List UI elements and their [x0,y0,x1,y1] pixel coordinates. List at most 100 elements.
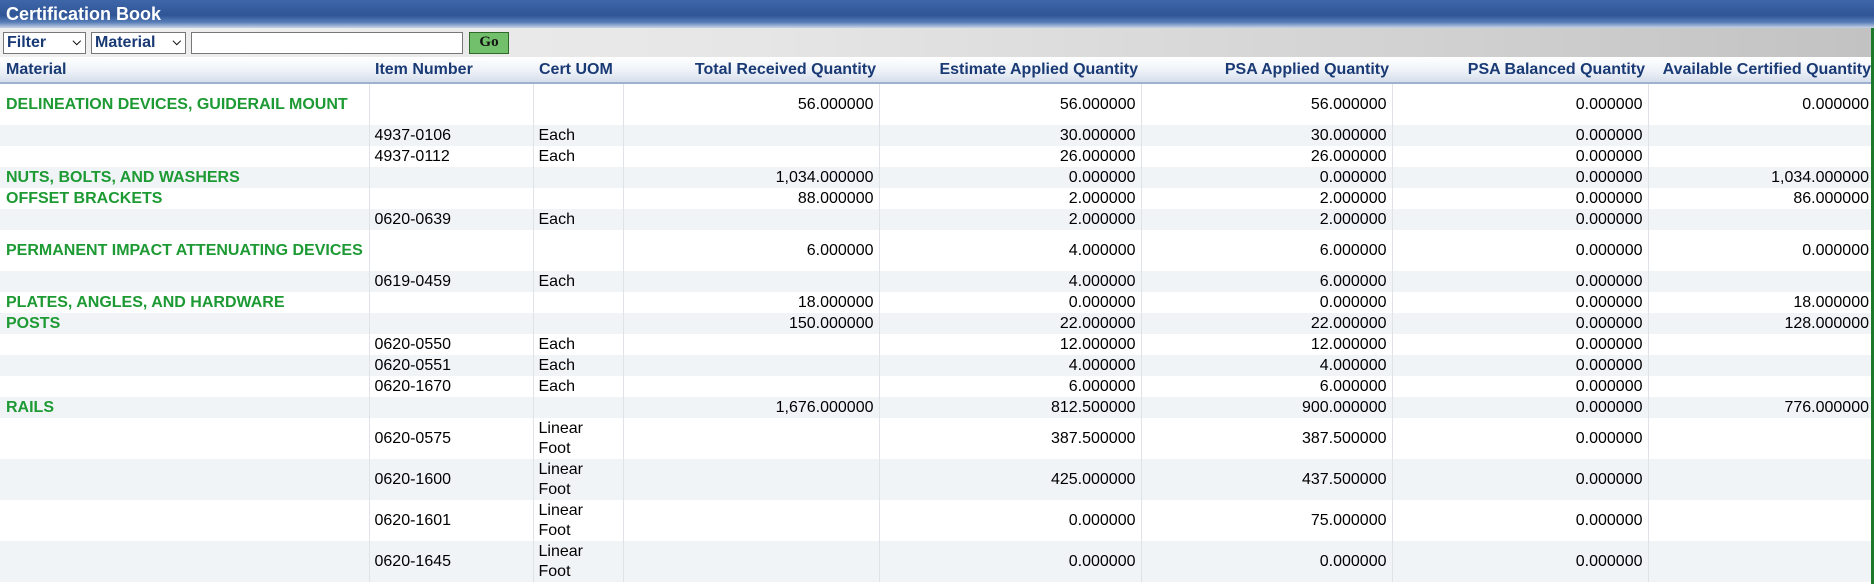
item-row: 0620-1600 Linear Foot 425.000000 437.500000… [0,459,1874,500]
total-received-cell: 18.000000 [623,292,880,313]
certification-table: Material Item Number Cert UOM Total Rece… [0,57,1874,582]
total-received-cell: 1,676.000000 [623,397,880,418]
material-cell[interactable]: DELINEATION DEVICES, GUIDERAIL MOUNT [0,83,370,125]
estimate-applied-cell: 12.000000 [879,334,1142,355]
total-received-cell [623,376,880,397]
item-row: 0620-0639 Each 2.000000 2.000000 0.000000 [0,209,1874,230]
material-cell[interactable]: POSTS [0,313,370,334]
total-received-cell: 6.000000 [623,230,880,271]
total-received-cell [623,459,880,500]
cert-uom-cell [533,230,624,271]
material-cell[interactable]: OFFSET BRACKETS [0,188,370,209]
material-row: RAILS 1,676.000000 812.500000 900.000000 0.0… [0,397,1874,418]
material-row: PLATES, ANGLES, AND HARDWARE 18.000000 0.0… [0,292,1874,313]
psa-applied-cell: 0.000000 [1141,292,1393,313]
psa-applied-cell: 6.000000 [1141,271,1393,292]
psa-applied-cell: 387.500000 [1141,418,1393,459]
material-cell [0,146,370,167]
filter-select-value: Filter [7,33,47,51]
cert-uom-cell: Each [533,334,624,355]
estimate-applied-cell: 0.000000 [879,500,1142,541]
column-header-psa-applied[interactable]: PSA Applied Quantity [1141,57,1392,84]
psa-applied-cell: 22.000000 [1141,313,1393,334]
estimate-applied-cell: 6.000000 [879,376,1142,397]
column-header-estimate-applied[interactable]: Estimate Applied Quantity [879,57,1141,84]
available-certified-cell: 86.000000 [1648,188,1874,209]
available-certified-cell [1648,334,1874,355]
material-cell[interactable]: PERMANENT IMPACT ATTENUATING DEVICES [0,230,370,271]
available-certified-cell [1648,271,1874,292]
psa-balanced-cell: 0.000000 [1392,334,1649,355]
available-certified-cell [1648,376,1874,397]
item-row: 0620-1645 Linear Foot 0.000000 0.000000 0.00… [0,541,1874,582]
item-row: 0620-0550 Each 12.000000 12.000000 0.000000 [0,334,1874,355]
column-header-available-certified[interactable]: Available Certified Quantity [1648,57,1874,84]
cert-uom-cell: Linear Foot [533,500,624,541]
window-title: Certification Book [0,0,1874,28]
psa-balanced-cell: 0.000000 [1392,83,1649,125]
available-certified-cell [1648,418,1874,459]
column-header-material[interactable]: Material [0,57,369,84]
psa-applied-cell: 6.000000 [1141,230,1393,271]
psa-applied-cell: 30.000000 [1141,125,1393,146]
item-number-cell [369,230,534,271]
total-received-cell [623,418,880,459]
psa-balanced-cell: 0.000000 [1392,230,1649,271]
search-input[interactable] [191,31,463,54]
material-cell[interactable]: NUTS, BOLTS, AND WASHERS [0,167,370,188]
item-number-cell: 4937-0106 [369,125,534,146]
total-received-cell [623,146,880,167]
material-cell [0,125,370,146]
cert-uom-cell [533,313,624,334]
item-row: 0619-0459 Each 4.000000 6.000000 0.000000 [0,271,1874,292]
available-certified-cell [1648,355,1874,376]
available-certified-cell: 0.000000 [1648,230,1874,271]
psa-applied-cell: 2.000000 [1141,188,1393,209]
cert-uom-cell [533,167,624,188]
material-cell[interactable]: RAILS [0,397,370,418]
psa-balanced-cell: 0.000000 [1392,500,1649,541]
psa-applied-cell: 900.000000 [1141,397,1393,418]
field-select[interactable]: Material ⌵ [91,31,186,54]
column-header-psa-balanced[interactable]: PSA Balanced Quantity [1392,57,1648,84]
psa-balanced-cell: 0.000000 [1392,167,1649,188]
available-certified-cell [1648,125,1874,146]
material-cell[interactable]: PLATES, ANGLES, AND HARDWARE [0,292,370,313]
available-certified-cell: 1,034.000000 [1648,167,1874,188]
column-header-total-received[interactable]: Total Received Quantity [623,57,879,84]
item-number-cell: 0620-1600 [369,459,534,500]
cert-uom-cell: Linear Foot [533,418,624,459]
cert-uom-cell [533,83,624,125]
cert-uom-cell: Each [533,376,624,397]
available-certified-cell: 776.000000 [1648,397,1874,418]
table-body: DELINEATION DEVICES, GUIDERAIL MOUNT 56.0… [0,83,1874,582]
cert-uom-cell: Each [533,355,624,376]
item-row: 0620-1601 Linear Foot 0.000000 75.000000 0.0… [0,500,1874,541]
available-certified-cell: 18.000000 [1648,292,1874,313]
item-number-cell: 0620-0639 [369,209,534,230]
total-received-cell [623,500,880,541]
material-cell [0,418,370,459]
go-button[interactable]: Go [469,31,509,54]
estimate-applied-cell: 4.000000 [879,355,1142,376]
psa-applied-cell: 12.000000 [1141,334,1393,355]
filter-select[interactable]: Filter ⌵ [3,31,86,54]
item-number-cell [369,397,534,418]
available-certified-cell: 128.000000 [1648,313,1874,334]
column-header-cert-uom[interactable]: Cert UOM [533,57,623,84]
cert-uom-cell [533,292,624,313]
item-number-cell: 4937-0112 [369,146,534,167]
column-header-item-number[interactable]: Item Number [369,57,533,84]
psa-balanced-cell: 0.000000 [1392,459,1649,500]
cert-uom-cell: Linear Foot [533,541,624,582]
item-number-cell [369,292,534,313]
cert-uom-cell [533,397,624,418]
cert-uom-cell: Linear Foot [533,459,624,500]
material-cell [0,209,370,230]
material-row: OFFSET BRACKETS 88.000000 2.000000 2.000000… [0,188,1874,209]
psa-balanced-cell: 0.000000 [1392,418,1649,459]
item-number-cell [369,188,534,209]
psa-applied-cell: 75.000000 [1141,500,1393,541]
estimate-applied-cell: 30.000000 [879,125,1142,146]
psa-balanced-cell: 0.000000 [1392,188,1649,209]
